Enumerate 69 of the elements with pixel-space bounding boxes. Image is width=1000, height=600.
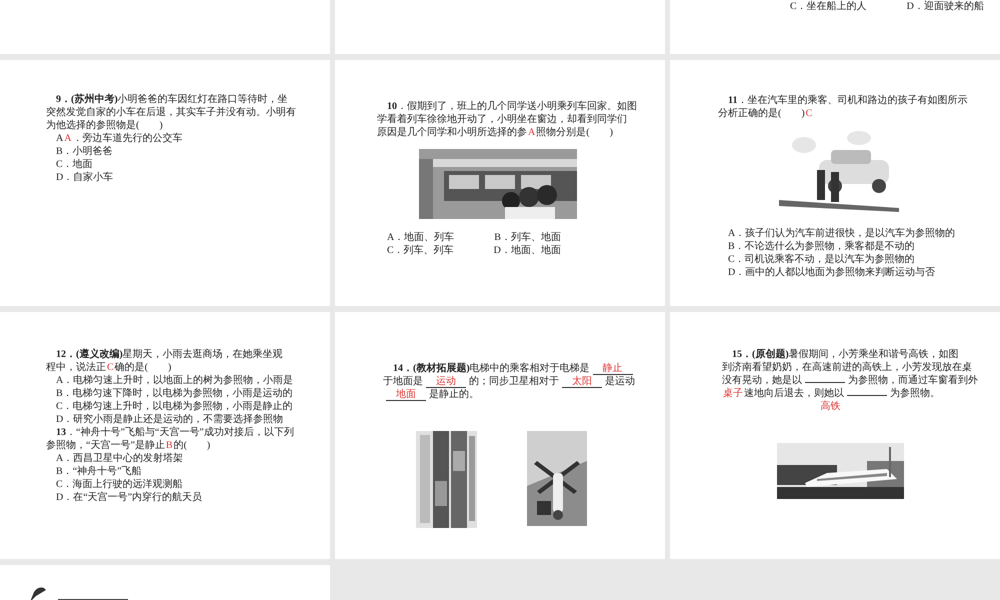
- answer-mark: B: [166, 439, 173, 452]
- option-text: C．海面上行驶的远洋观测船: [56, 478, 183, 491]
- question-text: 11．坐在汽车里的乘客、司机和路边的孩子有如图所示: [728, 94, 968, 107]
- fill-in-line: [805, 382, 845, 383]
- option-text: A．西昌卫星中心的发射塔架: [56, 452, 184, 465]
- answer-mark: 高铁: [820, 400, 840, 413]
- question-text: 确的是( ): [114, 361, 172, 374]
- option-text: ．旁边车道先行的公交车: [72, 132, 182, 145]
- question-text: 14．(教材拓展题)电梯中的乘客相对于电梯是: [393, 362, 590, 375]
- answer-mark: A: [64, 132, 72, 145]
- question-text: 到济南看望奶奶，在高速前进的高铁上，小芳发现放在桌: [722, 361, 972, 374]
- slide-thumbnail[interactable]: 10．假期到了，班上的几个同学送小明乘列车回家。如图 学看着列车徐徐地开动了，小明坐在窗边，却看到同学们 原因是几个同学和小明所选择的参A照物分别是( ) A．地面、列车 B．列车、地面 C．列车、列车 D．地面、地面: [335, 60, 665, 306]
- question-text: 9．(苏州中考)小明爸爸的车因红灯在路口等待时，坐: [56, 93, 288, 106]
- question-text: 程中，说法正: [46, 361, 106, 374]
- slide-thumbnail[interactable]: 11．坐在汽车里的乘客、司机和路边的孩子有如图所示 分析正确的是( )C A．孩子们认为汽车前进很快，是以汽车为参照物的 B．不论选什么为参照物，乘客都是不动的 C．司机说乘客不动，是以汽车为参照物的 D．画中的人都以地面为参照物来判断运动与否: [670, 60, 1000, 306]
- question-text: 13．“神舟十号”飞船与“天宫一号”成功对接后，以下列: [56, 426, 294, 439]
- answer-mark: C: [806, 107, 812, 120]
- question-text: 学看着列车徐徐地开动了，小明坐在窗边，却看到同学们: [377, 113, 627, 126]
- question-text: 原因是几个同学和小明所选择的参: [377, 126, 527, 139]
- answer-mark: C: [107, 361, 114, 374]
- question-text: 于地面是: [383, 375, 423, 388]
- question-text: 参照物，“天宫一号”是静止: [46, 439, 165, 452]
- fill-in-line: 静止: [592, 363, 633, 375]
- option-text: A．孩子们认为汽车前进很快，是以汽车为参照物的: [728, 227, 956, 240]
- slide-thumbnail[interactable]: C．坐在船上的人 D．迎面驶来的船: [670, 0, 1000, 54]
- option-text: D．画中的人都以地面为参照物来判断运动与否: [728, 266, 936, 279]
- option-text: C．司机说乘客不动，是以汽车为参照物的: [728, 253, 915, 266]
- answer-mark: A: [528, 126, 536, 139]
- fill-in-line: 地面: [386, 389, 426, 401]
- question-text: 为他选择的参照物是( ): [46, 119, 163, 132]
- option-text: D．研究小雨是静止还是运动的，不需要选择参照物: [56, 413, 284, 426]
- question-text: 15．(原创题)暑假期间，小芳乘坐和谐号高铁，如图: [732, 348, 959, 361]
- fill-in-line: 运动: [426, 376, 466, 388]
- answer-mark: 桌子: [723, 387, 743, 400]
- slide-thumbnail[interactable]: [0, 565, 330, 600]
- option-text: C．电梯匀速上升时，以电梯为参照物，小雨是静止的: [56, 400, 293, 413]
- question-text: 分析正确的是( ): [718, 107, 805, 120]
- option-text: B．列车、地面: [494, 231, 561, 244]
- question-text: 的( ): [174, 439, 210, 452]
- option-text: A: [56, 132, 64, 145]
- option-text: D．自家小车: [56, 171, 114, 184]
- question-text: 的；同步卫星相对于: [469, 375, 559, 388]
- option-text: D．地面、地面: [494, 244, 561, 257]
- option-text: C．列车、列车: [387, 244, 454, 257]
- question-text: 是静止的。: [429, 388, 479, 401]
- option-text: A．电梯匀速上升时，以地面上的树为参照物，小雨是: [56, 374, 294, 387]
- option-text: B．电梯匀速下降时，以电梯为参照物，小雨是运动的: [56, 387, 293, 400]
- slide-thumbnail[interactable]: 14．(教材拓展题)电梯中的乘客相对于电梯是 静止 于地面是 运动 的；同步卫星相对于 太阳 是运动 地面 是静止的。: [335, 312, 665, 559]
- option-text: C．地面: [56, 158, 93, 171]
- question-text: 10．假期到了，班上的几个同学送小明乘列车回家。如图: [387, 100, 637, 113]
- question-text: 是运动: [605, 375, 635, 388]
- question-text: 12．(遵义改编)星期天，小雨去逛商场，在她乘坐观: [56, 348, 283, 361]
- question-text: 速地向后退去，则她以: [744, 387, 844, 400]
- slide-thumbnail[interactable]: 15．(原创题)暑假期间，小芳乘坐和谐号高铁，如图 到济南看望奶奶，在高速前进的高铁上，小芳发现放在桌 没有晃动，她是以 为参照物，而通过车窗看到外 桌子速地向后退去，则她以 为参照物。 高铁: [670, 312, 1000, 559]
- option-text: D．迎面驶来的船: [906, 0, 984, 13]
- option-text: B．不论选什么为参照物，乘客都是不动的: [728, 240, 915, 253]
- question-text: 没有晃动，她是以: [722, 374, 802, 387]
- option-text: B．“神舟十号”飞船: [56, 465, 142, 478]
- fill-in-line: 太阳: [562, 376, 602, 388]
- question-text: 为参照物，而通过车窗看到外: [848, 374, 978, 387]
- option-text: A．地面、列车: [387, 231, 454, 244]
- question-text: 照物分别是( ): [536, 126, 613, 139]
- question-text: 突然发觉自家的小车在后退，其实车子并没有动。小明有: [46, 106, 296, 119]
- option-text: D．在“天宫一号”内穿行的航天员: [56, 491, 202, 504]
- option-text: B．小明爸爸: [56, 145, 113, 158]
- fill-in-line: [847, 395, 887, 396]
- slide-thumbnail[interactable]: 9．(苏州中考)小明爸爸的车因红灯在路口等待时，坐 突然发觉自家的小车在后退，其实车子并没有动。小明有 为他选择的参照物是( ) AA．旁边车道先行的公交车 B．小明爸爸 C．地面 D．自家小车: [0, 60, 330, 306]
- option-text: C．坐在船上的人: [790, 0, 867, 13]
- question-text: 为参照物。: [890, 387, 940, 400]
